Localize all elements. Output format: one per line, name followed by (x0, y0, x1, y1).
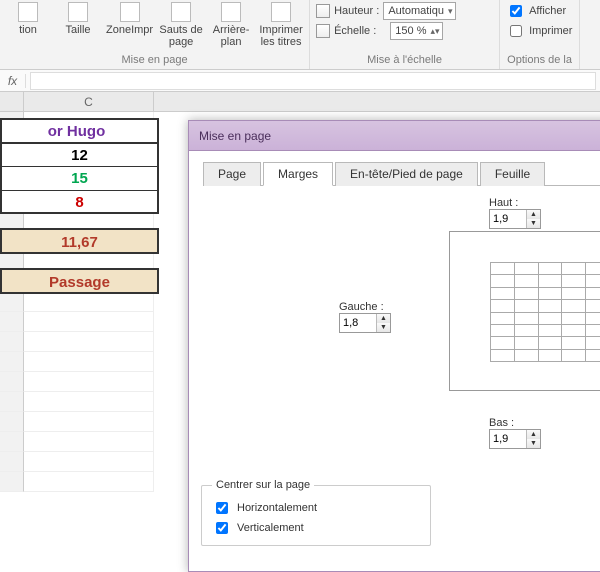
margin-bottom-input[interactable]: ▲▼ (489, 429, 541, 449)
height-label: Hauteur : (334, 5, 379, 17)
result-cell[interactable]: Passage (0, 268, 159, 294)
group-label-scale: Mise à l'échelle (316, 52, 493, 69)
print-titles-button[interactable]: Imprimer les titres (259, 2, 303, 48)
tab-page[interactable]: Page (203, 162, 261, 186)
margin-preview (449, 231, 600, 391)
print-area-button[interactable]: ZoneImpr (106, 2, 153, 48)
grade-cell[interactable]: 12 (0, 142, 159, 166)
page-setup-dialog: Mise en page Page Marges En-tête/Pied de… (188, 120, 600, 572)
grade-cell[interactable]: 8 (0, 190, 159, 214)
spin-up-icon[interactable]: ▲ (527, 210, 540, 219)
tab-header-footer[interactable]: En-tête/Pied de page (335, 162, 478, 186)
fx-icon[interactable]: fx (0, 74, 26, 88)
column-header-c[interactable]: C (24, 92, 154, 111)
ribbon-group-scale: Hauteur : Automatiqu▾ Échelle : 150 %▴▾ … (310, 0, 500, 69)
chevron-down-icon: ▾ (448, 6, 453, 17)
spin-down-icon[interactable]: ▼ (527, 219, 540, 228)
group-label-options: Options de la (506, 52, 573, 69)
dialog-tabs: Page Marges En-tête/Pied de page Feuille (203, 161, 600, 186)
student-name-cell[interactable]: or Hugo (0, 118, 159, 142)
print-gridlines-checkbox[interactable]: Imprimer (506, 22, 573, 40)
center-legend: Centrer sur la page (212, 479, 314, 491)
margin-left-input[interactable]: ▲▼ (339, 313, 391, 333)
ribbon: tion Taille ZoneImpr Sauts de page Arriè… (0, 0, 600, 70)
background-button[interactable]: Arrière- plan (209, 2, 253, 48)
height-icon (316, 4, 330, 18)
ribbon-group-page-setup: tion Taille ZoneImpr Sauts de page Arriè… (0, 0, 310, 69)
breaks-button[interactable]: Sauts de page (159, 2, 203, 48)
size-button[interactable]: Taille (56, 2, 100, 48)
spin-up-icon[interactable]: ▲ (527, 430, 540, 439)
margin-bottom-label: Bas : (489, 417, 541, 429)
margin-top-label: Haut : (489, 197, 541, 209)
margin-top-input[interactable]: ▲▼ (489, 209, 541, 229)
height-combo[interactable]: Automatiqu▾ (383, 2, 455, 20)
orientation-button[interactable]: tion (6, 2, 50, 48)
group-label-page: Mise en page (6, 52, 303, 69)
average-cell[interactable]: 11,67 (0, 228, 159, 254)
margin-left-label: Gauche : (339, 301, 391, 313)
center-horizontal-checkbox[interactable]: Horizontalement (212, 499, 420, 517)
spin-down-icon[interactable]: ▼ (527, 439, 540, 448)
formula-bar: fx (0, 70, 600, 92)
grade-cell[interactable]: 15 (0, 166, 159, 190)
center-vertical-checkbox[interactable]: Verticalement (212, 519, 420, 537)
spinner-icon: ▴▾ (430, 26, 439, 37)
spin-up-icon[interactable]: ▲ (377, 314, 390, 323)
spin-down-icon[interactable]: ▼ (377, 323, 390, 332)
center-on-page-group: Centrer sur la page Horizontalement Vert… (201, 479, 431, 546)
scale-label: Échelle : (334, 25, 376, 37)
data-table: or Hugo 12 15 8 11,67 Passage (0, 118, 159, 294)
scale-combo[interactable]: 150 %▴▾ (390, 22, 442, 40)
tab-sheet[interactable]: Feuille (480, 162, 545, 186)
tab-margins[interactable]: Marges (263, 162, 333, 186)
scale-icon (316, 24, 330, 38)
formula-input[interactable] (30, 72, 596, 90)
dialog-title: Mise en page (189, 121, 600, 151)
ribbon-group-sheet-options: Afficher Imprimer Options de la (500, 0, 580, 69)
show-gridlines-checkbox[interactable]: Afficher (506, 2, 573, 20)
